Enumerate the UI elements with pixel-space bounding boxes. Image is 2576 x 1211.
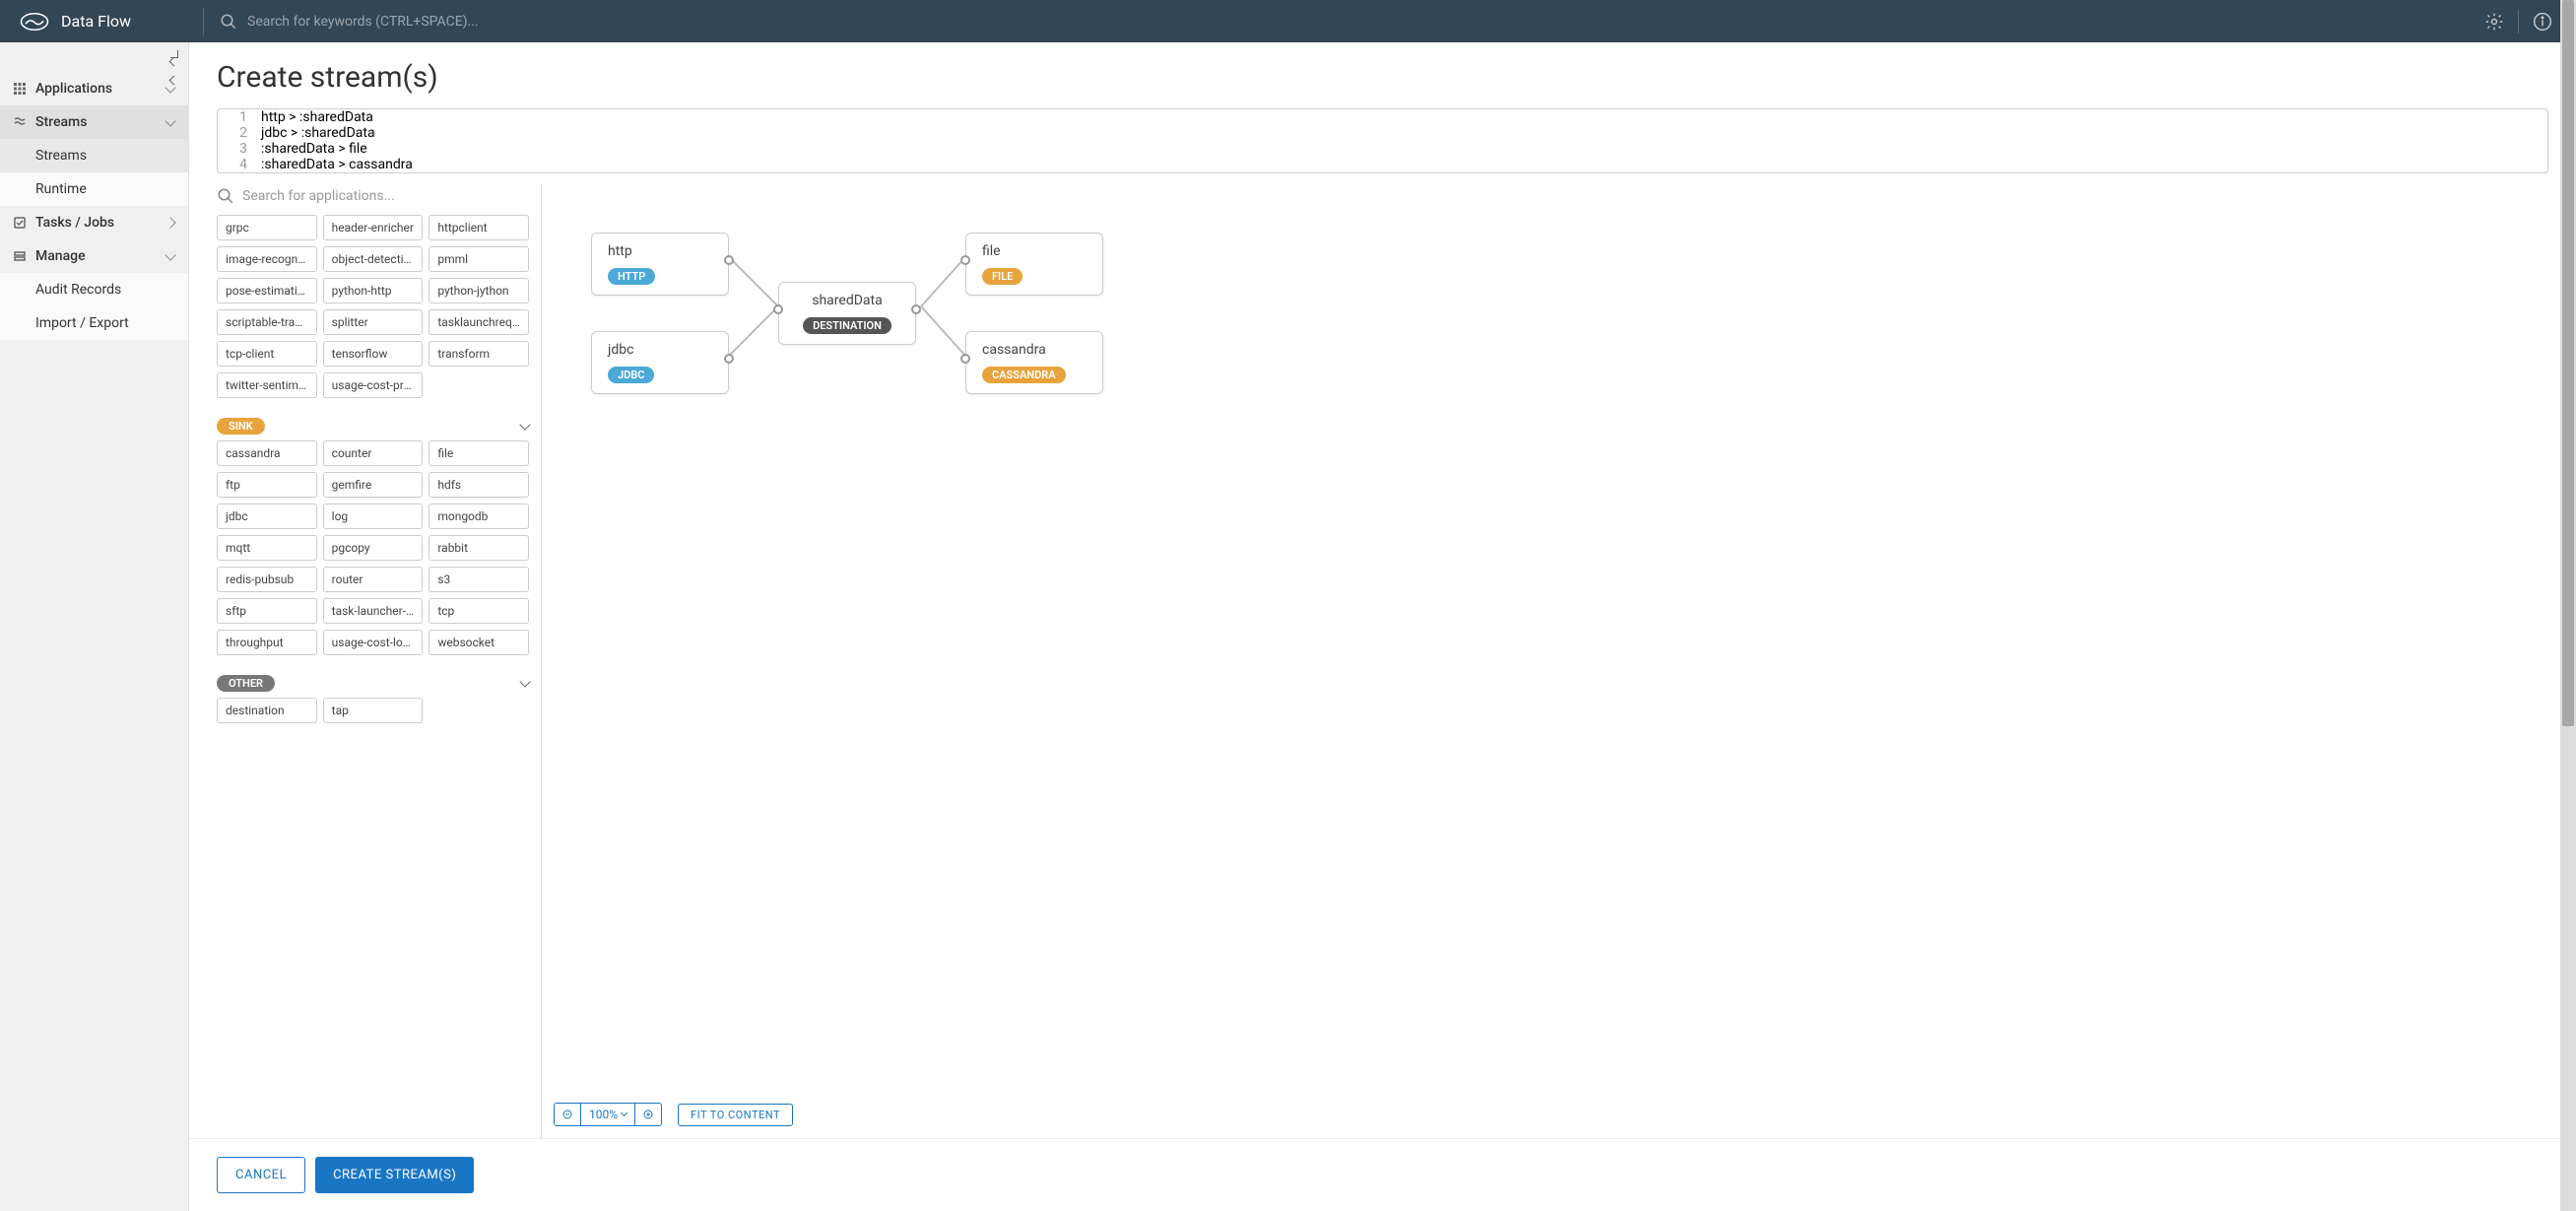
search-icon <box>217 187 234 205</box>
flow-node-file[interactable]: fileFILE <box>965 233 1103 296</box>
input-port[interactable] <box>773 304 783 314</box>
sidebar-collapse-button[interactable] <box>170 50 178 88</box>
palette-app-mongodb[interactable]: mongodb <box>429 504 529 529</box>
palette-app-pose-estimation[interactable]: pose-estimation <box>217 278 317 303</box>
palette-section-sink[interactable]: SINK <box>217 408 529 440</box>
palette-app-tcp[interactable]: tcp <box>429 598 529 624</box>
output-port[interactable] <box>724 354 734 364</box>
grid-icon <box>14 83 26 95</box>
chevron-down-icon <box>519 676 530 687</box>
fit-to-content-button[interactable]: FIT TO CONTENT <box>678 1104 793 1126</box>
tasks-icon <box>14 217 26 229</box>
zoom-value[interactable]: 100% <box>581 1104 635 1125</box>
palette-app-tcp-client[interactable]: tcp-client <box>217 341 317 367</box>
palette-app-hdfs[interactable]: hdfs <box>429 472 529 498</box>
sidebar-item-applications[interactable]: Applications <box>0 72 188 105</box>
page-scrollbar[interactable] <box>2560 0 2576 1211</box>
info-icon <box>2533 12 2552 32</box>
palette-app-twitter-sentiment[interactable]: twitter-sentiment <box>217 372 317 398</box>
palette-app-task-launcher-d-[interactable]: task-launcher-d… <box>323 598 424 624</box>
palette-app-router[interactable]: router <box>323 567 424 592</box>
brand-label: Data Flow <box>61 12 131 31</box>
logo-icon <box>20 12 49 32</box>
palette-app-pgcopy[interactable]: pgcopy <box>323 535 424 561</box>
sidebar-subitem-streams[interactable]: Streams <box>0 139 188 172</box>
output-port[interactable] <box>724 255 734 265</box>
palette-app-image-recogniti-[interactable]: image-recogniti… <box>217 246 317 272</box>
palette-app-ftp[interactable]: ftp <box>217 472 317 498</box>
palette-app-log[interactable]: log <box>323 504 424 529</box>
palette-app-transform[interactable]: transform <box>429 341 529 367</box>
palette-app-splitter[interactable]: splitter <box>323 309 424 335</box>
sidebar-item-tasks-jobs[interactable]: Tasks / Jobs <box>0 206 188 239</box>
sidebar-subitem-audit-records[interactable]: Audit Records <box>0 273 188 306</box>
stream-icon <box>14 116 26 128</box>
settings-button[interactable] <box>2480 8 2508 35</box>
sidebar-item-manage[interactable]: Manage <box>0 239 188 273</box>
palette-app-usage-cost-logg-[interactable]: usage-cost-logg… <box>323 630 424 655</box>
input-port[interactable] <box>960 354 970 364</box>
manage-icon <box>14 250 26 262</box>
palette-app-scriptable-transf-[interactable]: scriptable-transf… <box>217 309 317 335</box>
palette-app-throughput[interactable]: throughput <box>217 630 317 655</box>
output-port[interactable] <box>911 304 921 314</box>
palette-app-tensorflow[interactable]: tensorflow <box>323 341 424 367</box>
input-port[interactable] <box>960 255 970 265</box>
dsl-editor[interactable]: 1http > :sharedData2jdbc > :sharedData3:… <box>217 108 2548 173</box>
palette-app-s-[interactable]: s3 <box>429 567 529 592</box>
palette-app-pmml[interactable]: pmml <box>429 246 529 272</box>
app-palette: grpcheader-enricherhttpclient image-recog… <box>217 183 542 1138</box>
zoom-in-button[interactable] <box>635 1104 661 1125</box>
palette-app-jdbc[interactable]: jdbc <box>217 504 317 529</box>
search-icon <box>220 13 237 31</box>
footer-actions: CANCEL CREATE STREAM(S) <box>189 1138 2576 1211</box>
flow-node-cass[interactable]: cassandraCASSANDRA <box>965 331 1103 394</box>
palette-app-destination[interactable]: destination <box>217 698 317 723</box>
sidebar-subitem-import-export[interactable]: Import / Export <box>0 306 188 340</box>
create-streams-button[interactable]: CREATE STREAM(S) <box>315 1157 474 1193</box>
palette-app-python-jython[interactable]: python-jython <box>429 278 529 303</box>
palette-app-tasklaunchreque-[interactable]: tasklaunchreque… <box>429 309 529 335</box>
info-button[interactable] <box>2529 8 2556 35</box>
palette-app-object-detection[interactable]: object-detection <box>323 246 424 272</box>
topbar: Data Flow <box>0 0 2576 42</box>
palette-app-header-enricher[interactable]: header-enricher <box>323 215 424 240</box>
palette-search-input[interactable] <box>242 188 531 204</box>
chevron-down-icon <box>519 419 530 430</box>
flow-node-jdbc[interactable]: jdbcJDBC <box>591 331 729 394</box>
page-title: Create stream(s) <box>189 42 2576 108</box>
palette-app-websocket[interactable]: websocket <box>429 630 529 655</box>
gear-icon <box>2484 12 2504 32</box>
palette-app-cassandra[interactable]: cassandra <box>217 440 317 466</box>
palette-app-file[interactable]: file <box>429 440 529 466</box>
cancel-button[interactable]: CANCEL <box>217 1157 305 1193</box>
flow-node-shared[interactable]: sharedDataDESTINATION <box>778 282 916 345</box>
palette-app-sftp[interactable]: sftp <box>217 598 317 624</box>
palette-app-tap[interactable]: tap <box>323 698 424 723</box>
sidebar: ApplicationsStreamsStreamsRuntimeTasks /… <box>0 42 189 1211</box>
main-content: Create stream(s) 1http > :sharedData2jdb… <box>189 42 2576 1211</box>
sidebar-item-streams[interactable]: Streams <box>0 105 188 139</box>
palette-app-httpclient[interactable]: httpclient <box>429 215 529 240</box>
sidebar-subitem-runtime[interactable]: Runtime <box>0 172 188 206</box>
palette-app-python-http[interactable]: python-http <box>323 278 424 303</box>
palette-app-usage-cost-proc-[interactable]: usage-cost-proc… <box>323 372 424 398</box>
palette-section-other[interactable]: OTHER <box>217 665 529 698</box>
flow-node-http[interactable]: httpHTTP <box>591 233 729 296</box>
palette-app-rabbit[interactable]: rabbit <box>429 535 529 561</box>
zoom-control: 100% <box>554 1103 662 1126</box>
palette-app-counter[interactable]: counter <box>323 440 424 466</box>
chevron-down-icon <box>621 1110 627 1116</box>
global-search-input[interactable] <box>247 14 2480 30</box>
plus-circle-icon <box>643 1110 653 1119</box>
minus-circle-icon <box>562 1110 572 1119</box>
palette-app-gemfire[interactable]: gemfire <box>323 472 424 498</box>
flow-canvas[interactable]: httpHTTP jdbcJDBC sharedDataDESTINATION fil… <box>542 183 2548 1138</box>
palette-app-mqtt[interactable]: mqtt <box>217 535 317 561</box>
palette-app-grpc[interactable]: grpc <box>217 215 317 240</box>
palette-app-redis-pubsub[interactable]: redis-pubsub <box>217 567 317 592</box>
zoom-out-button[interactable] <box>555 1104 581 1125</box>
